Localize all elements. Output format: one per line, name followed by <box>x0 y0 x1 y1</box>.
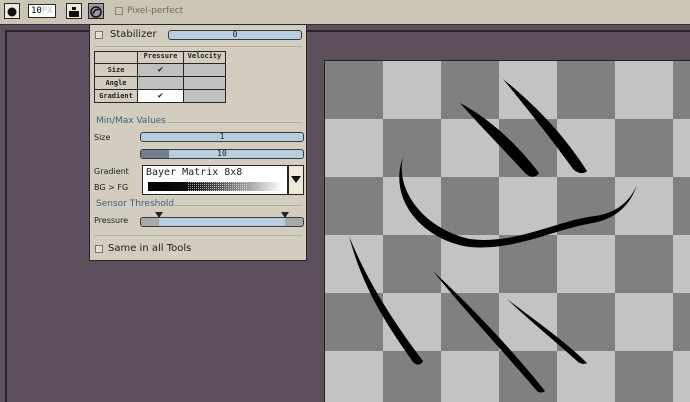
canvas-drawing <box>325 61 690 402</box>
grid-row-size: Size <box>94 63 138 77</box>
pixel-perfect-label: Pixel-perfect <box>127 6 184 16</box>
gradient-pressure-cell[interactable]: ✔ <box>137 89 184 103</box>
size-max-fill <box>141 150 169 158</box>
circle-brush-icon <box>7 7 17 17</box>
stabilizer-checkbox[interactable] <box>95 31 103 39</box>
size-min-value: 1 <box>219 132 225 141</box>
pixel-perfect-checkbox[interactable] <box>115 7 123 15</box>
brush-size-unit: PX <box>41 6 53 16</box>
sprite-canvas[interactable] <box>324 60 690 402</box>
threshold-max-handle[interactable] <box>281 212 289 218</box>
dither-option-label: Bayer Matrix 8x8 <box>146 167 243 178</box>
same-all-tools-checkbox[interactable] <box>95 245 103 253</box>
size-velocity-cell[interactable] <box>183 63 226 77</box>
size-label: Size <box>94 133 111 142</box>
ink-type-button[interactable] <box>66 3 82 19</box>
size-max-slider[interactable]: 10 <box>140 149 304 159</box>
ink-bottle-icon <box>69 7 79 17</box>
bg-fg-label: BG > FG <box>94 183 129 192</box>
dither-gradient-preview <box>148 182 282 191</box>
size-max-value: 10 <box>217 149 227 158</box>
angle-velocity-cell[interactable] <box>183 76 226 90</box>
pressure-threshold-range <box>159 218 285 226</box>
dynamics-button[interactable] <box>88 3 104 19</box>
brush-size-value: 10 <box>31 6 42 16</box>
size-pressure-cell[interactable]: ✔ <box>137 63 184 77</box>
grid-row-gradient: Gradient <box>94 89 138 103</box>
separator <box>94 46 302 47</box>
tool-options-bar: 10PX Pixel-perfect <box>0 0 690 25</box>
dither-matrix-dropdown[interactable]: Bayer Matrix 8x8 <box>142 165 288 195</box>
dynamics-popup: Stabilizer 0 Pressure Velocity Size ✔ An… <box>89 24 307 261</box>
stabilizer-label: Stabilizer <box>110 29 157 40</box>
threshold-min-handle[interactable] <box>155 212 163 218</box>
dither-dropdown-arrow[interactable] <box>288 165 304 195</box>
gradient-velocity-cell[interactable] <box>183 89 226 103</box>
brush-size-field[interactable]: 10PX <box>28 4 56 18</box>
brush-shape-circle-button[interactable] <box>4 3 20 19</box>
gradient-label: Gradient <box>94 167 129 176</box>
size-min-slider[interactable]: 1 <box>140 132 304 142</box>
bottom-separator <box>94 235 302 236</box>
pressure-threshold-slider[interactable] <box>140 217 304 227</box>
same-all-tools-label: Same in all Tools <box>108 243 192 254</box>
dynamics-icon <box>90 6 102 18</box>
sensor-title: Sensor Threshold <box>95 199 176 209</box>
stabilizer-slider[interactable]: 0 <box>168 30 302 40</box>
angle-pressure-cell[interactable] <box>137 76 184 90</box>
grid-row-angle: Angle <box>94 76 138 90</box>
pressure-label: Pressure <box>94 216 129 225</box>
minmax-title: Min/Max Values <box>95 116 167 126</box>
chevron-down-icon <box>291 176 301 183</box>
stabilizer-value: 0 <box>232 30 238 39</box>
